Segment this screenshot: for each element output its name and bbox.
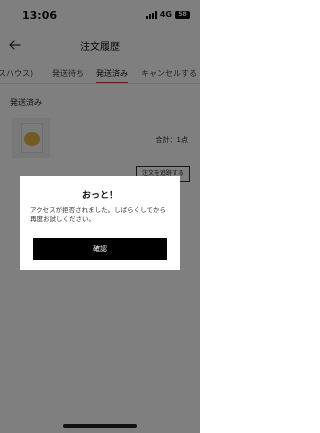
home-indicator[interactable] <box>63 424 137 428</box>
confirm-button[interactable]: 確認 <box>33 238 167 260</box>
dialog-message: アクセスが拒否されました。しばらくしてから再度お試しください。 <box>30 206 166 223</box>
error-dialog: おっと！ アクセスが拒否されました。しばらくしてから再度お試しください。 確認 <box>20 176 180 270</box>
dialog-title: おっと！ <box>81 191 118 201</box>
